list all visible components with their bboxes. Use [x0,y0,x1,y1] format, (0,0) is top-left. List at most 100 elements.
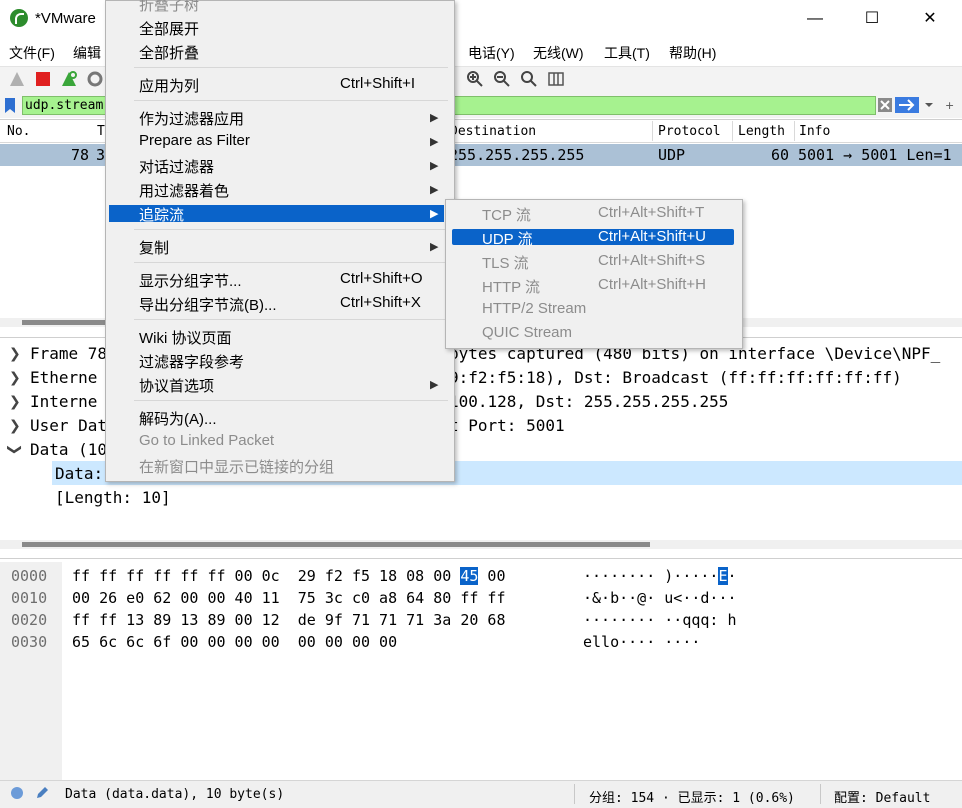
menu-shortcut: Ctrl+Shift+O [340,270,423,287]
detail-data-length[interactable]: [Length: 10] [55,488,171,507]
menu-expand-all[interactable]: 全部展开 [139,18,199,39]
menu-apply-as-filter[interactable]: 作为过滤器应用 [139,108,244,129]
column-divider[interactable] [794,121,795,141]
menu-colorize-with-filter[interactable]: 用过滤器着色 [139,180,229,201]
status-field-info: Data (data.data), 10 byte(s) [65,787,285,802]
submenu-shortcut: Ctrl+Alt+Shift+U [598,228,706,245]
capture-comment-icon[interactable] [34,785,50,801]
submenu-arrow-icon: ▶ [430,241,439,253]
hex-byte-highlight[interactable]: 45 [460,567,479,585]
resize-columns-icon[interactable] [547,70,565,88]
detail-udp[interactable]: User Dat [30,416,107,435]
packet-list-hscroll-thumb[interactable] [22,320,112,325]
menu-edit[interactable]: 编辑 [73,43,101,63]
column-no[interactable]: No. [7,124,30,139]
filter-dropdown-icon[interactable] [922,97,936,113]
menu-shortcut: Ctrl+Shift+I [340,75,416,92]
ascii-row[interactable]: ·&·b··@· u<··d··· [583,589,737,607]
detail-ethernet-rest: 9:f2:f5:18), Dst: Broadcast (ff:ff:ff:ff… [449,368,902,387]
menu-filter-field-reference[interactable]: 过滤器字段参考 [139,351,244,372]
menu-go-to-linked-packet[interactable]: Go to Linked Packet [139,432,274,449]
detail-ethernet[interactable]: Etherne [30,368,97,387]
clear-filter-icon[interactable] [878,98,892,112]
submenu-tls-stream[interactable]: TLS 流 [482,252,529,273]
expand-chevron-icon[interactable]: ❯ [9,345,21,362]
ascii-char-highlight[interactable]: E [718,567,728,585]
submenu-arrow-icon: ▶ [430,208,439,220]
svg-text:+: + [945,99,954,112]
menu-decode-as[interactable]: 解码为(A)... [139,408,217,429]
capture-options-icon[interactable] [86,70,104,88]
hex-bytes: ff ff ff ff ff ff 00 0c 29 f2 f5 18 08 0… [72,567,461,585]
menu-show-packet-bytes[interactable]: 显示分组字节... [139,270,242,291]
detail-data[interactable]: Data (10 [30,440,107,459]
menu-collapse-subtree[interactable]: 折叠子树 [139,0,199,15]
submenu-http2-stream[interactable]: HTTP/2 Stream [482,300,586,317]
hex-row[interactable]: ff ff ff ff ff ff 00 0c 29 f2 f5 18 08 0… [72,567,505,585]
menu-follow-stream[interactable]: 追踪流 [139,204,184,225]
filter-expression-icon[interactable]: + [942,97,956,113]
maximize-button[interactable]: ☐ [852,8,892,30]
column-time[interactable]: T [97,124,105,139]
detail-frame[interactable]: Frame 78 [30,344,107,363]
zoom-normal-icon[interactable] [520,70,538,88]
detail-ip[interactable]: Interne [30,392,97,411]
hex-row[interactable]: 00 26 e0 62 00 00 40 11 75 3c c0 a8 64 8… [72,589,505,607]
menu-export-packet-bytes[interactable]: 导出分组字节流(B)... [139,294,277,315]
start-capture-icon[interactable] [8,70,26,88]
packet-time: 3 [96,146,106,164]
ascii-row[interactable]: ········ ··qqq: h [583,611,737,629]
expand-chevron-icon[interactable]: ❯ [9,393,21,410]
submenu-shortcut: Ctrl+Alt+Shift+S [598,252,706,269]
menu-wireless[interactable]: 无线(W) [533,43,584,63]
minimize-button[interactable]: — [795,8,835,30]
submenu-udp-stream[interactable]: UDP 流 [482,228,533,249]
menu-file[interactable]: 文件(F) [9,43,55,63]
menu-help[interactable]: 帮助(H) [669,43,716,63]
hex-row[interactable]: ff ff 13 89 13 89 00 12 de 9f 71 71 71 3… [72,611,505,629]
zoom-out-icon[interactable] [493,70,511,88]
expert-info-icon[interactable] [10,786,24,800]
menu-prepare-as-filter[interactable]: Prepare as Filter [139,132,250,149]
ascii-row[interactable]: ········ )·····E· [583,567,737,585]
menu-copy[interactable]: 复制 [139,237,169,258]
menu-apply-as-column[interactable]: 应用为列 [139,75,199,96]
menu-protocol-preferences[interactable]: 协议首选项 [139,375,214,396]
menu-collapse-all[interactable]: 全部折叠 [139,42,199,63]
close-button[interactable]: ✕ [910,8,950,30]
menu-show-linked-in-new-window[interactable]: 在新窗口中显示已链接的分组 [139,456,334,477]
detail-data-value[interactable]: Data: [55,464,103,483]
restart-capture-icon[interactable] [60,70,78,88]
stop-capture-icon[interactable] [34,70,52,88]
ascii-text: ········ )····· [583,567,719,585]
menu-conversation-filter[interactable]: 对话过滤器 [139,156,214,177]
packet-protocol: UDP [658,146,686,164]
column-protocol[interactable]: Protocol [658,124,721,139]
column-info[interactable]: Info [799,124,830,139]
collapse-chevron-icon[interactable]: ❯ [6,444,23,456]
submenu-arrow-icon: ▶ [430,136,439,148]
hex-row[interactable]: 65 6c 6c 6f 00 00 00 00 00 00 00 00 [72,633,397,651]
submenu-tcp-stream[interactable]: TCP 流 [482,204,531,225]
menu-tools[interactable]: 工具(T) [604,43,650,63]
apply-filter-arrow-icon[interactable] [895,97,919,113]
byte-offset: 0030 [11,633,48,651]
expand-chevron-icon[interactable]: ❯ [9,369,21,386]
submenu-arrow-icon: ▶ [430,379,439,391]
column-destination[interactable]: Destination [450,124,536,139]
zoom-in-icon[interactable] [466,70,484,88]
menu-wiki-protocol-page[interactable]: Wiki 协议页面 [139,327,232,348]
submenu-quic-stream[interactable]: QUIC Stream [482,324,572,341]
status-divider [574,784,575,804]
bookmark-icon[interactable] [4,97,16,114]
detail-ip-rest: 100.128, Dst: 255.255.255.255 [449,392,729,411]
status-profile[interactable]: 配置: Default [834,787,930,806]
column-length[interactable]: Length [738,124,785,139]
column-divider[interactable] [652,121,653,141]
menu-telephony[interactable]: 电话(Y) [468,43,515,63]
ascii-row[interactable]: ello···· ···· [583,633,700,651]
expand-chevron-icon[interactable]: ❯ [9,417,21,434]
column-divider[interactable] [732,121,733,141]
submenu-http-stream[interactable]: HTTP 流 [482,276,540,297]
details-hscroll-thumb[interactable] [22,542,650,547]
